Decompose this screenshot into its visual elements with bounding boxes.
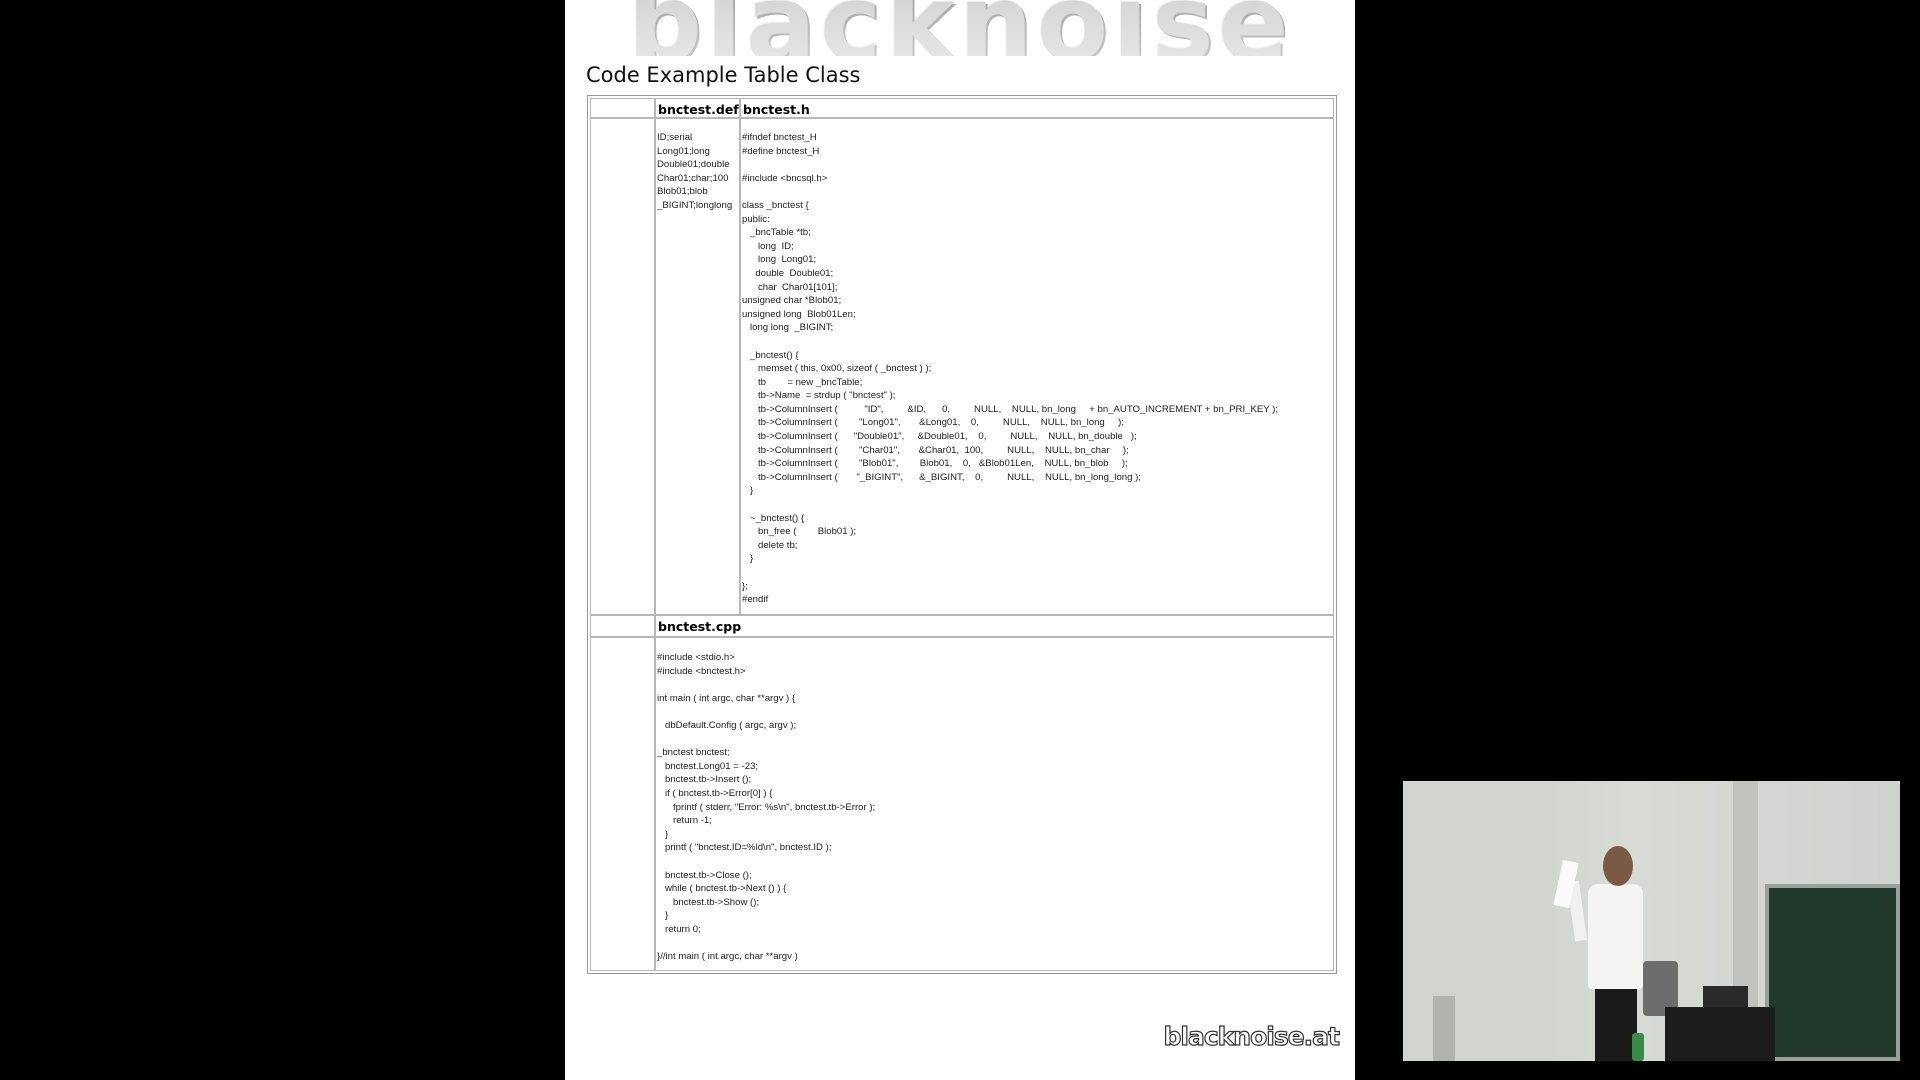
wall-panel (1403, 781, 1553, 1061)
h-file-content: #ifndef bnctest_H #define bnctest_H #inc… (742, 132, 1279, 606)
def-file-content: ID;serial Long01;long Double01;double Ch… (657, 132, 733, 211)
h-file-cell: #ifndef bnctest_H #define bnctest_H #inc… (740, 118, 1334, 615)
cpp-file-header: bnctest.cpp (655, 615, 1334, 637)
chalkboard (1765, 884, 1900, 1061)
empty-side-cell-2 (590, 637, 655, 971)
desk-monitor (1665, 1007, 1775, 1061)
empty-header-cell (590, 98, 655, 118)
banner-logo: blacknoise (585, 0, 1335, 56)
presenter-body (1588, 884, 1643, 989)
empty-side-cell (590, 118, 655, 615)
presentation-slide: blacknoise Code Example Table Class bnct… (565, 0, 1355, 1080)
def-file-header: bnctest.def (655, 98, 740, 118)
cpp-file-content: #include <stdio.h> #include <bnctest.h> … (657, 652, 876, 963)
empty-header-cell-2 (590, 615, 655, 637)
presenter-head (1603, 846, 1633, 886)
water-bottle (1632, 1033, 1644, 1061)
presenter-legs (1595, 986, 1637, 1061)
slide-title: Code Example Table Class (586, 63, 861, 87)
side-object (1433, 996, 1455, 1061)
banner-fade (585, 0, 1335, 56)
code-table: bnctest.def bnctest.h ID;serial Long01;l… (587, 95, 1337, 974)
def-file-cell: ID;serial Long01;long Double01;double Ch… (655, 118, 740, 615)
cpp-file-cell: #include <stdio.h> #include <bnctest.h> … (655, 637, 1334, 971)
footer-logo: blacknoise.at (1163, 1021, 1341, 1051)
h-file-header: bnctest.h (740, 98, 1334, 118)
presenter-video (1403, 781, 1900, 1061)
